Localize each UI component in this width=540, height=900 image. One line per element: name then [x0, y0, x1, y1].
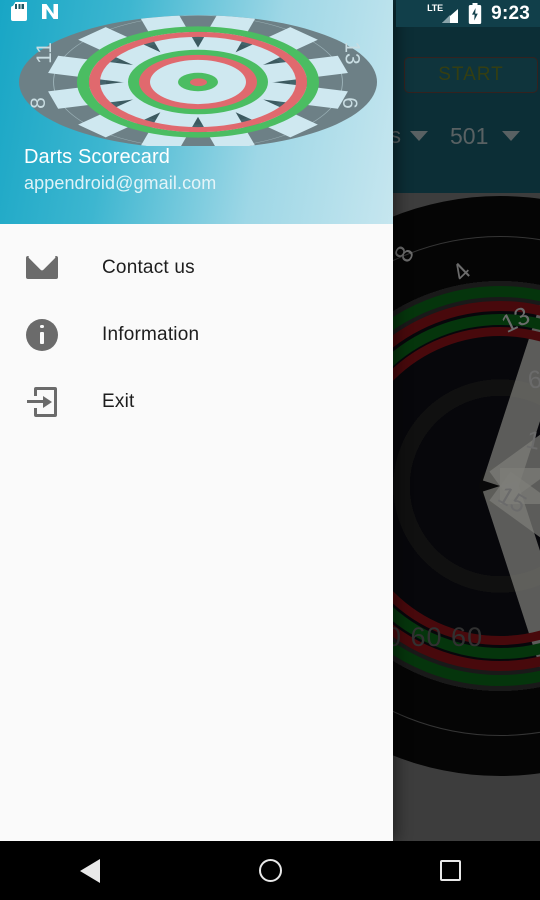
nav-recents-button[interactable]	[360, 841, 540, 900]
menu-item-contact-us[interactable]: Contact us	[0, 234, 393, 301]
info-circle-icon	[24, 317, 60, 353]
drawer-header: 11 8 13 6 Darts Scorecard appendroid@gma…	[0, 0, 393, 224]
menu-item-label: Contact us	[102, 256, 195, 278]
drawer-header-image: 11 8 13 6	[0, 13, 393, 146]
header-bullseye-inner	[189, 78, 207, 86]
back-triangle-icon	[80, 858, 100, 883]
header-dartboard-graphic	[19, 15, 377, 146]
android-navigation-bar	[0, 841, 540, 900]
home-circle-icon	[258, 859, 282, 882]
menu-item-label: Exit	[102, 390, 135, 412]
nav-back-button[interactable]	[0, 841, 180, 900]
phone-screen: 8 4 13 6 10 15 0 60 60 START s 501 11 8 …	[0, 0, 540, 900]
recents-square-icon	[439, 860, 461, 881]
drawer-menu-list: Contact us Information Exit	[0, 224, 393, 435]
menu-item-label: Information	[102, 323, 200, 345]
header-board-number: 13	[340, 41, 364, 65]
drawer-account-block: Darts Scorecard appendroid@gmail.com	[24, 144, 216, 196]
envelope-icon	[24, 250, 60, 286]
menu-item-information[interactable]: Information	[0, 301, 393, 368]
header-board-number: 11	[32, 42, 56, 64]
account-email: appendroid@gmail.com	[24, 173, 217, 193]
app-title: Darts Scorecard	[24, 146, 170, 168]
header-board-number: 8	[26, 97, 50, 109]
exit-icon	[24, 384, 60, 420]
menu-item-exit[interactable]: Exit	[0, 368, 393, 435]
navigation-drawer: 11 8 13 6 Darts Scorecard appendroid@gma…	[0, 0, 393, 841]
nav-home-button[interactable]	[180, 841, 360, 900]
header-board-number: 6	[337, 97, 361, 109]
